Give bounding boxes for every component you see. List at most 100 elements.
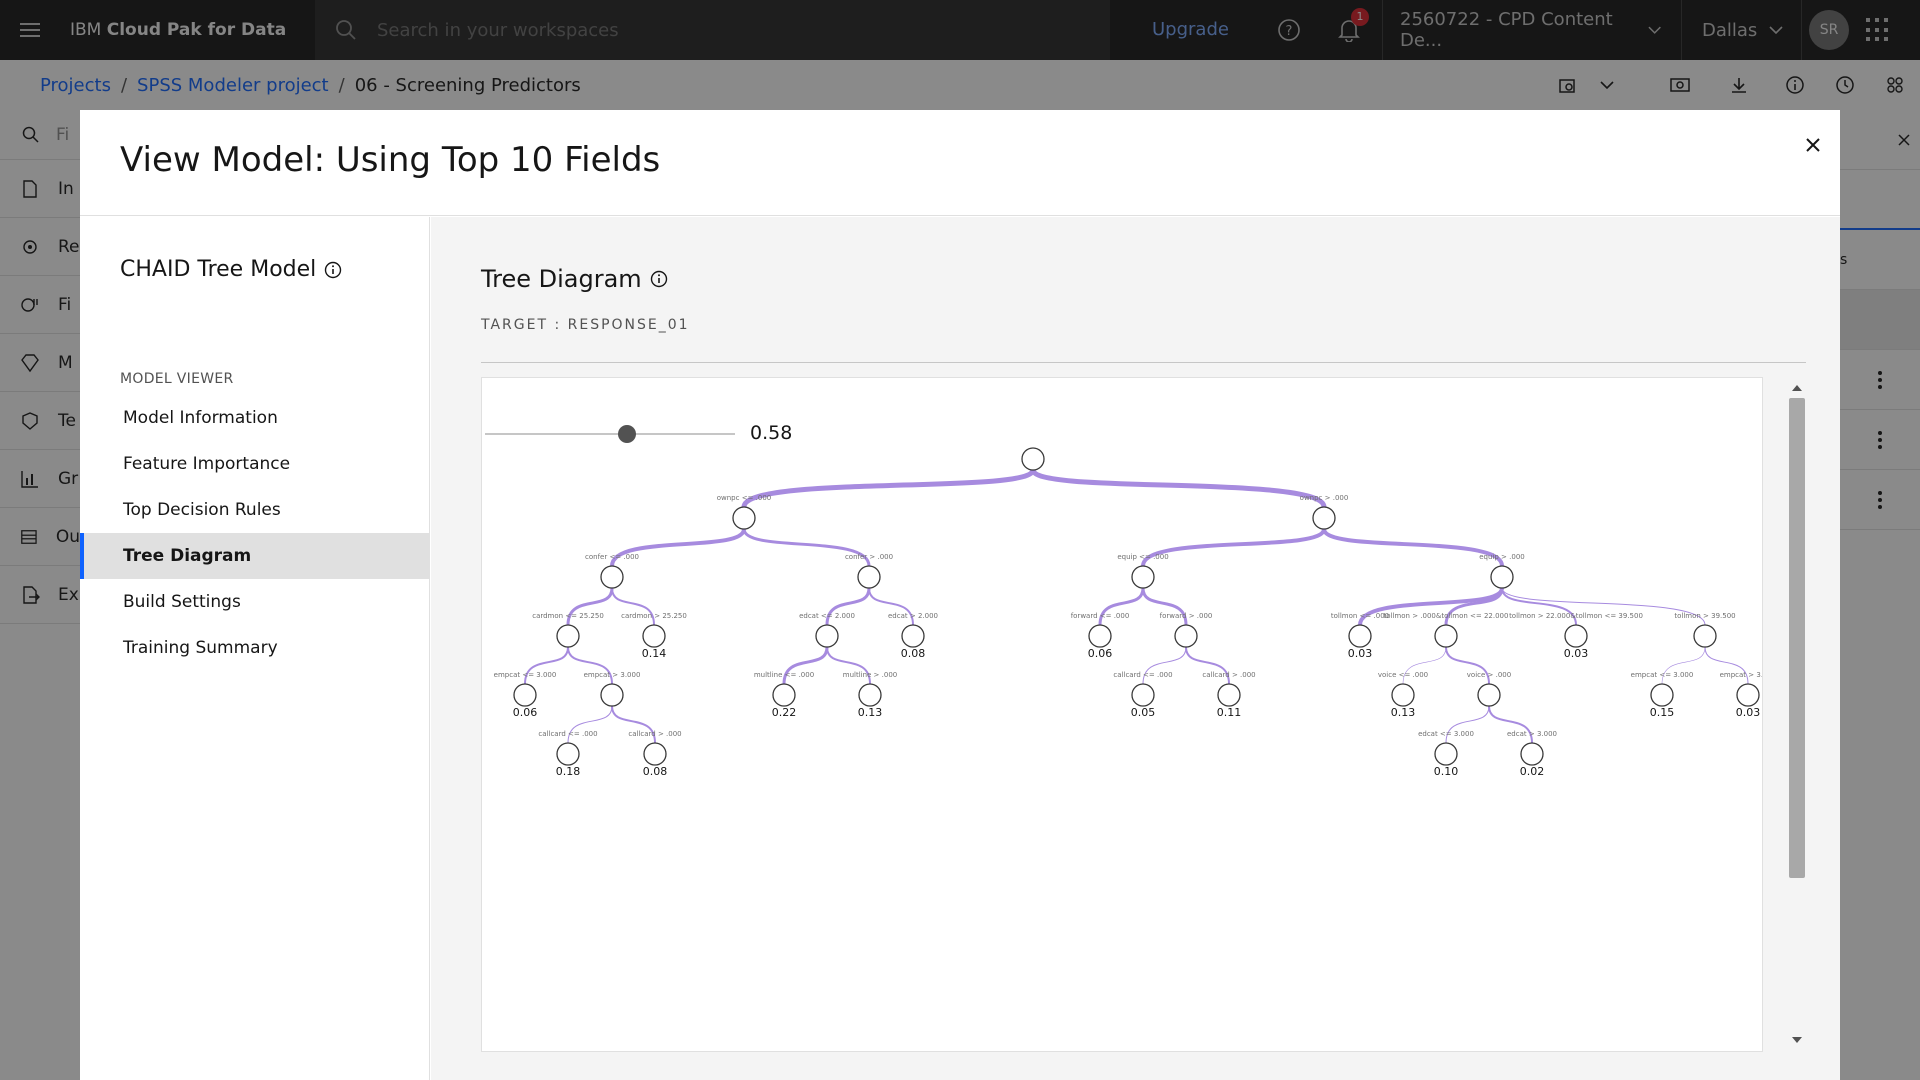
tree-node (857, 565, 881, 589)
tree-edge-label: empcat <= 3.000 (494, 671, 557, 679)
tree-node (600, 683, 624, 707)
info-icon[interactable] (650, 270, 668, 288)
tree-node (643, 742, 667, 766)
tree-leaf-value: 0.22 (772, 706, 797, 719)
tree-node (1434, 742, 1458, 766)
tree-node (1174, 624, 1198, 648)
tree-edge (1322, 527, 1504, 568)
scroll-up-icon[interactable] (1792, 385, 1802, 391)
tree-node (556, 742, 580, 766)
tree-leaf-value: 0.03 (1348, 647, 1373, 660)
tree-node (1650, 683, 1674, 707)
tree-node (1021, 447, 1045, 471)
tree-diagram-panel[interactable]: 0.58 ownpc <= .000 ownpc > .000 confer <= … (481, 377, 1763, 1052)
tree-node (642, 624, 666, 648)
tree-edge-label: cardmon > 25.250 (621, 612, 687, 620)
tree-edge-label: edcat <= 3.000 (1418, 730, 1474, 738)
tree-edge-label: confer <= .000 (585, 553, 639, 561)
tree-edge-label: ownpc <= .000 (717, 494, 772, 502)
tree-edge-label: cardmon <= 25.250 (532, 612, 604, 620)
tree-node (1434, 624, 1458, 648)
tree-node (513, 683, 537, 707)
tree-edge-label: tollmon > 22.000&tollmon <= 39.500 (1509, 612, 1643, 620)
nav-item-build-settings[interactable]: Build Settings (80, 579, 430, 625)
tree-leaf-value: 0.02 (1520, 765, 1545, 778)
tree-edge-label: equip <= .000 (1117, 553, 1168, 561)
nav-section-label: MODEL VIEWER (120, 371, 234, 387)
tree-node (1564, 624, 1588, 648)
nav-item-tree-diagram[interactable]: Tree Diagram (80, 533, 430, 579)
tree-node (600, 565, 624, 589)
target-label: TARGET : RESPONSE_01 (481, 317, 690, 333)
tree-node (1520, 742, 1544, 766)
nav-item-feature-importance[interactable]: Feature Importance (80, 441, 430, 487)
info-icon[interactable] (324, 261, 342, 279)
tree-edge-label: equip > .000 (1479, 553, 1524, 561)
tree-leaf-value: 0.10 (1434, 765, 1459, 778)
tree-edge-label: empcat > 3.000 (584, 671, 641, 679)
tree-node (1693, 624, 1717, 648)
tree-node (815, 624, 839, 648)
tree-leaf-value: 0.06 (513, 706, 538, 719)
nav-list: Model Information Feature Importance Top… (80, 395, 430, 671)
model-viewer-nav: CHAID Tree Model MODEL VIEWER Model Info… (80, 217, 430, 1080)
tree-node (1131, 565, 1155, 589)
tree-edge-label: callcard <= .000 (1113, 671, 1172, 679)
tree-node (1312, 506, 1336, 530)
tree-node (1391, 683, 1415, 707)
tree-edge-label: tollmon <= .000 (1331, 612, 1389, 620)
modal-title: View Model: Using Top 10 Fields (120, 140, 661, 180)
tree-node (732, 506, 756, 530)
tree-diagram-content: Tree Diagram TARGET : RESPONSE_01 0.58 o… (431, 217, 1840, 1080)
nav-item-top-decision-rules[interactable]: Top Decision Rules (80, 487, 430, 533)
tree-node (858, 683, 882, 707)
tree-leaf-value: 0.14 (642, 647, 667, 660)
tree-node (1477, 683, 1501, 707)
tree-edge-label: confer > .000 (845, 553, 893, 561)
tree-edge-label: empcat > 3.000 (1720, 671, 1763, 679)
tree-edge-label: multline <= .000 (754, 671, 814, 679)
tree-edge-label: forward > .000 (1160, 612, 1213, 620)
nav-item-model-information[interactable]: Model Information (80, 395, 430, 441)
tree-edge (741, 467, 1036, 510)
tree-edge (1141, 527, 1326, 568)
view-model-modal: View Model: Using Top 10 Fields CHAID Tr… (80, 110, 1840, 1080)
tree-leaf-value: 0.03 (1736, 706, 1761, 719)
tree-leaf-value: 0.13 (858, 706, 883, 719)
tree-edge-label: voice > .000 (1467, 671, 1511, 679)
close-icon (1806, 138, 1820, 152)
tree-edge-label: voice <= .000 (1378, 671, 1428, 679)
tree-leaf-value: 0.06 (1088, 647, 1113, 660)
tree-edge-label: edcat > 3.000 (1507, 730, 1557, 738)
tree-edge-label: ownpc > .000 (1300, 494, 1349, 502)
tree-node (1348, 624, 1372, 648)
tree-edge (1030, 467, 1327, 510)
tree-leaf-value: 0.08 (901, 647, 926, 660)
tree-edge-label: tollmon > 39.500 (1674, 612, 1735, 620)
nav-item-training-summary[interactable]: Training Summary (80, 625, 430, 671)
tree-edge-label: callcard <= .000 (538, 730, 597, 738)
tree-edge-label: tollmon > .000&tollmon <= 22.000 (1384, 612, 1509, 620)
tree-leaf-value: 0.03 (1564, 647, 1589, 660)
tree-node (1490, 565, 1514, 589)
tree-node (901, 624, 925, 648)
tree-node (1217, 683, 1241, 707)
tree-edge-label: edcat > 2.000 (888, 612, 938, 620)
content-title-label: Tree Diagram (481, 265, 642, 293)
tree-edge-label: callcard > .000 (628, 730, 681, 738)
tree-leaf-value: 0.15 (1650, 706, 1675, 719)
tree-node (1088, 624, 1112, 648)
tree-node (556, 624, 580, 648)
tree-node (1736, 683, 1760, 707)
vertical-scrollbar[interactable] (1789, 385, 1805, 1045)
scroll-down-icon[interactable] (1792, 1037, 1802, 1043)
close-button[interactable] (1798, 130, 1828, 160)
tree-node (772, 683, 796, 707)
modal-header: View Model: Using Top 10 Fields (80, 110, 1840, 216)
tree-leaf-value: 0.08 (643, 765, 668, 778)
tree-leaf-value: 0.05 (1131, 706, 1156, 719)
scrollbar-thumb[interactable] (1789, 398, 1805, 878)
tree-leaf-value: 0.13 (1391, 706, 1416, 719)
model-type-title: CHAID Tree Model (120, 257, 342, 282)
tree-edge-label: forward <= .000 (1071, 612, 1130, 620)
